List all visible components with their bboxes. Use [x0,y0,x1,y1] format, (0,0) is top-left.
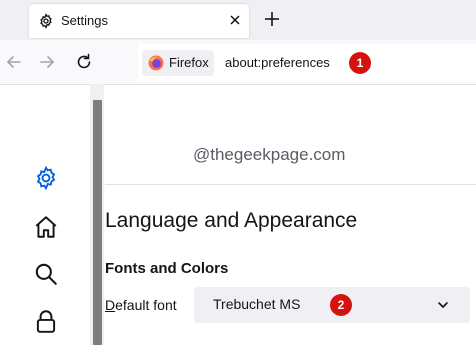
chevron-down-icon [438,302,448,308]
tab-title: Settings [61,13,108,28]
identity-label: Firefox [169,55,209,70]
watermark: @thegeekpage.com [193,145,346,164]
firefox-logo-icon [148,55,164,71]
settings-content: @thegeekpage.com Language and Appearance… [105,85,476,345]
reload-icon[interactable] [74,52,94,72]
default-font-select[interactable]: Trebuchet MS 2 [194,287,470,323]
section-title: Language and Appearance [105,209,358,232]
divider [105,184,476,185]
navigation-toolbar: Firefox about:preferences 1 [0,40,476,85]
access-key-letter: D [105,297,116,313]
default-font-label-rest: efault font [115,297,177,313]
url-bar[interactable]: Firefox about:preferences 1 [138,44,476,82]
url-text[interactable]: about:preferences [225,55,330,70]
close-icon[interactable] [225,10,245,30]
identity-box[interactable]: Firefox [142,50,214,76]
callout-badge-1: 1 [349,52,371,74]
lock-icon[interactable] [33,308,59,334]
gear-icon[interactable] [33,165,59,191]
new-tab-icon[interactable] [262,9,282,29]
subsection-title: Fonts and Colors [105,260,229,277]
default-font-value: Trebuchet MS [213,296,301,312]
search-icon[interactable] [33,261,59,287]
scrollbar-thumb[interactable] [93,100,102,345]
forward-arrow-icon[interactable] [37,52,57,72]
home-icon[interactable] [33,214,59,240]
tab-settings[interactable]: Settings [29,4,249,38]
callout-badge-2: 2 [330,294,352,316]
default-font-label: Default font [105,297,177,313]
tab-strip: Settings [0,0,476,40]
gear-icon [40,13,52,29]
back-arrow-icon[interactable] [4,52,24,72]
